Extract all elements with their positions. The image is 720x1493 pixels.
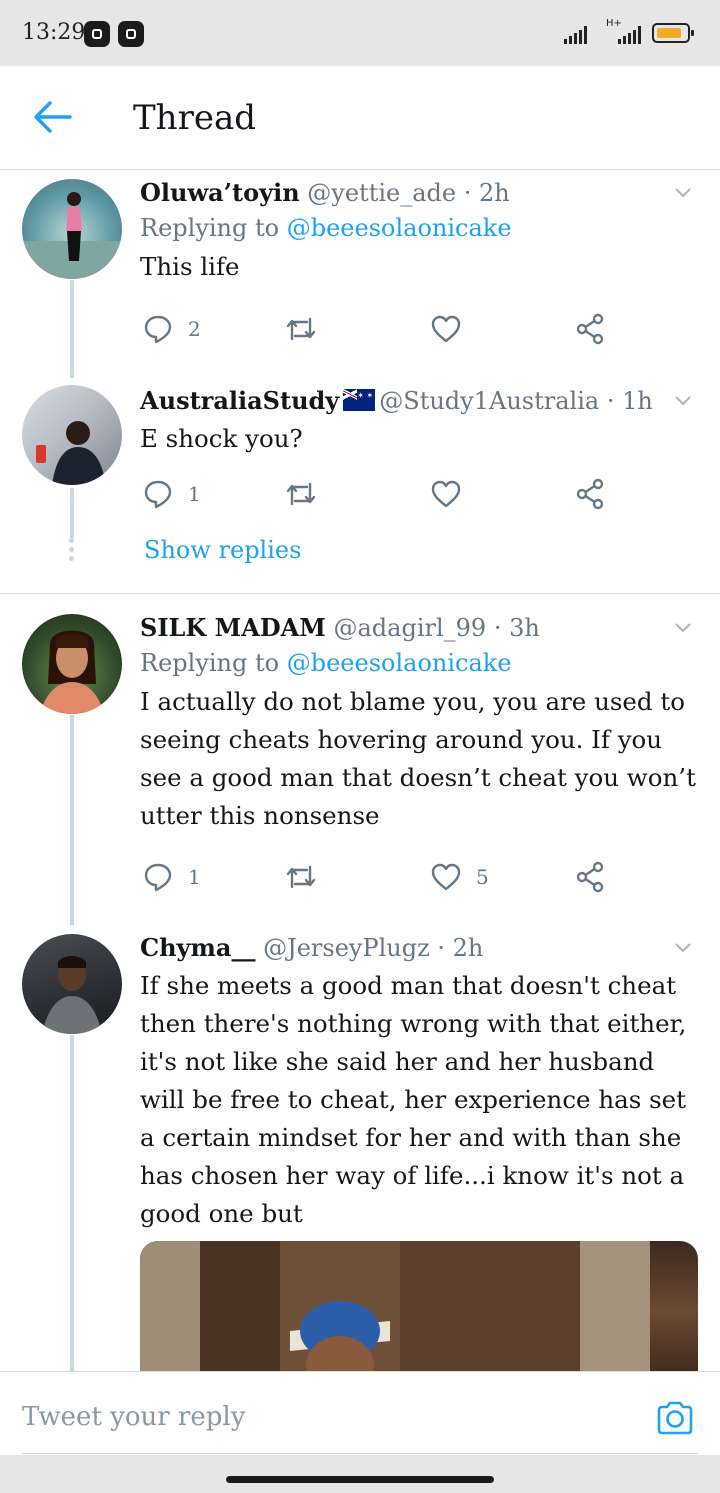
author-name[interactable]: AustraliaStudy bbox=[140, 386, 339, 415]
chevron-down-icon[interactable] bbox=[674, 184, 692, 202]
author-handle[interactable]: @adagirl_99 bbox=[333, 614, 486, 642]
author-handle[interactable]: @Study1Australia bbox=[379, 387, 599, 415]
tweet-reply-input[interactable]: Tweet your reply bbox=[22, 1402, 245, 1432]
share-button[interactable] bbox=[574, 312, 606, 346]
like-button[interactable] bbox=[430, 477, 462, 511]
tweet-text: E shock you? bbox=[140, 424, 303, 453]
cell-signal-icon bbox=[618, 26, 641, 44]
tweet-text: This life bbox=[140, 252, 240, 281]
chevron-down-icon[interactable] bbox=[674, 392, 692, 410]
retweet-button[interactable] bbox=[284, 312, 318, 346]
retweet-button[interactable] bbox=[284, 477, 318, 511]
page-title: Thread bbox=[133, 98, 256, 138]
reply-input-underline bbox=[22, 1453, 698, 1454]
author-name[interactable]: Chyma__ bbox=[140, 933, 255, 962]
battery-icon bbox=[652, 23, 694, 43]
camera-icon[interactable] bbox=[655, 1400, 695, 1436]
cell-signal-icon bbox=[564, 26, 587, 44]
author-name[interactable]: SILK MADAM bbox=[140, 613, 326, 642]
retweet-icon bbox=[286, 482, 316, 506]
tweet-time: 2h bbox=[479, 179, 510, 207]
australia-flag-icon bbox=[343, 388, 376, 411]
share-button[interactable] bbox=[574, 860, 606, 894]
back-arrow-icon[interactable] bbox=[32, 100, 72, 134]
app-notification-icon bbox=[118, 21, 144, 47]
tweet[interactable]: SILK MADAM @adagirl_99 · 3h Replying to … bbox=[0, 605, 720, 925]
reply-count: 1 bbox=[188, 482, 201, 506]
reply-icon bbox=[144, 315, 172, 344]
tweet-time: 2h bbox=[452, 934, 484, 962]
heart-icon bbox=[431, 315, 461, 343]
share-button[interactable] bbox=[574, 477, 606, 511]
heart-icon bbox=[431, 863, 461, 891]
tweet-media-image[interactable] bbox=[140, 1241, 698, 1381]
app-notification-icon bbox=[84, 21, 110, 47]
retweet-button[interactable] bbox=[284, 860, 318, 894]
status-bar: 13:29 H+ bbox=[0, 0, 720, 66]
chevron-down-icon[interactable] bbox=[674, 619, 692, 637]
like-button[interactable] bbox=[430, 312, 462, 346]
share-icon bbox=[576, 861, 604, 893]
thread-line bbox=[70, 280, 74, 378]
tweet-actions: 1 5 bbox=[142, 860, 612, 894]
home-indicator[interactable] bbox=[226, 1476, 494, 1483]
reply-button[interactable]: 2 bbox=[142, 312, 201, 346]
like-count: 5 bbox=[476, 865, 489, 889]
retweet-icon bbox=[286, 865, 316, 889]
thread-divider bbox=[0, 593, 720, 594]
tweet-actions: 1 bbox=[142, 477, 612, 511]
thread-line bbox=[70, 1035, 74, 1371]
tweet-time: 3h bbox=[509, 614, 540, 642]
heart-icon bbox=[431, 480, 461, 508]
reply-count: 1 bbox=[188, 865, 201, 889]
thread-line bbox=[70, 488, 74, 538]
share-icon bbox=[576, 313, 604, 345]
tweet-text: If she meets a good man that doesn't che… bbox=[140, 971, 687, 1228]
reply-icon bbox=[144, 480, 172, 509]
avatar[interactable] bbox=[22, 614, 122, 714]
system-navigation-bar bbox=[0, 1455, 720, 1493]
thread-header: Thread bbox=[0, 66, 720, 170]
tweet-text: I actually do not blame you, you are use… bbox=[140, 687, 696, 830]
avatar[interactable] bbox=[22, 179, 122, 279]
chevron-down-icon[interactable] bbox=[674, 939, 692, 957]
share-icon bbox=[576, 478, 604, 510]
reply-icon bbox=[144, 863, 172, 892]
author-handle[interactable]: @yettie_ade bbox=[307, 179, 456, 207]
avatar[interactable] bbox=[22, 385, 122, 485]
show-replies-link[interactable]: Show replies bbox=[144, 536, 301, 564]
replying-label: Replying to bbox=[140, 214, 280, 242]
replying-to-link[interactable]: @beeesolaonicake bbox=[287, 649, 512, 677]
reply-button[interactable]: 1 bbox=[142, 477, 201, 511]
tweet-actions: 2 bbox=[142, 312, 612, 346]
tweet-time: 1h bbox=[622, 387, 653, 415]
reply-count: 2 bbox=[188, 317, 201, 341]
thread-line bbox=[70, 715, 74, 925]
tweet[interactable]: Oluwa’toyin @yettie_ade · 2h Replying to… bbox=[0, 170, 720, 378]
like-button[interactable]: 5 bbox=[430, 860, 489, 894]
retweet-icon bbox=[286, 317, 316, 341]
reply-button[interactable]: 1 bbox=[142, 860, 201, 894]
thread-dots bbox=[68, 538, 76, 565]
reply-composer-bar: Tweet your reply bbox=[0, 1371, 720, 1455]
avatar[interactable] bbox=[22, 934, 122, 1034]
author-name[interactable]: Oluwa’toyin bbox=[140, 178, 300, 207]
tweet[interactable]: AustraliaStudy@Study1Australia · 1h E sh… bbox=[0, 378, 720, 592]
status-time: 13:29 bbox=[22, 20, 86, 45]
replying-label: Replying to bbox=[140, 649, 280, 677]
author-handle[interactable]: @JerseyPlugz bbox=[263, 934, 430, 962]
replying-to-link[interactable]: @beeesolaonicake bbox=[287, 214, 512, 242]
